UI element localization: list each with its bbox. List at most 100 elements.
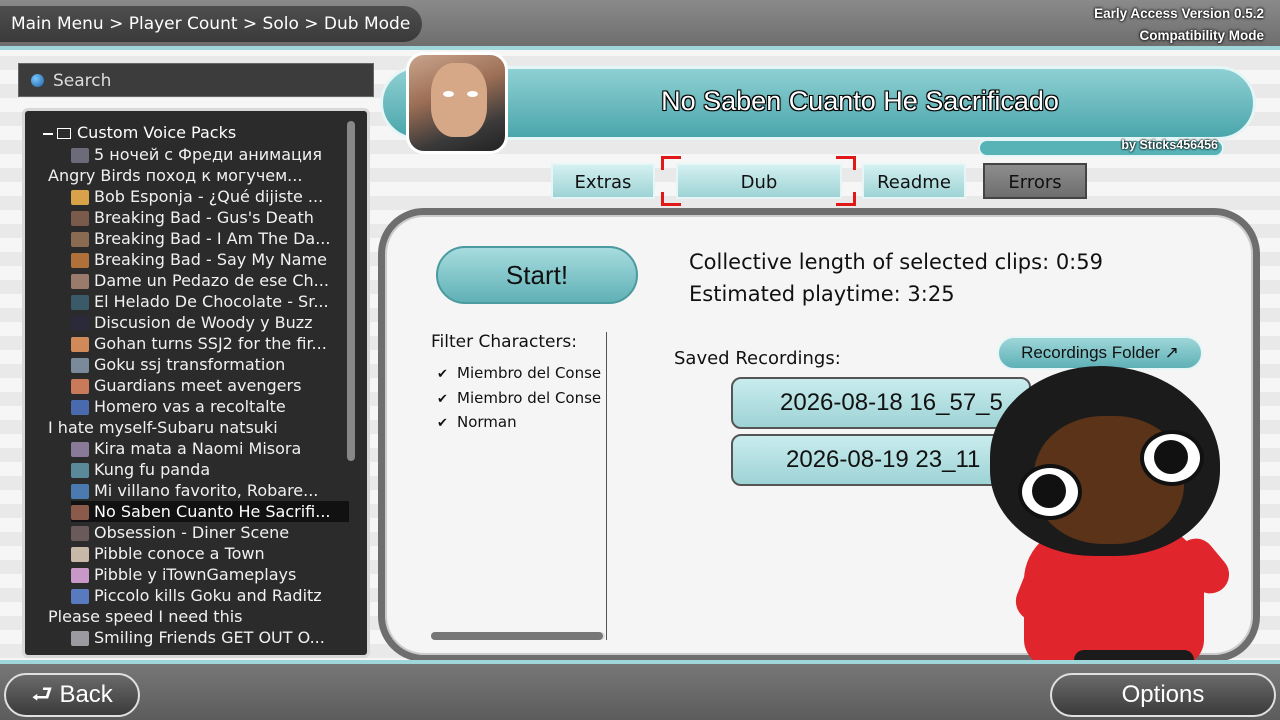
tree-item-label: Guardians meet avengers xyxy=(94,376,302,395)
selection-corner-bl xyxy=(661,192,681,206)
mascot-pupil xyxy=(1032,474,1066,508)
checkmark-icon[interactable]: ✔ xyxy=(437,392,457,407)
filter-character-item[interactable]: ✔ Miembro del Conse xyxy=(437,364,605,389)
tree-scrollbar[interactable] xyxy=(347,121,355,461)
tree-item[interactable]: Kira mata a Naomi Misora xyxy=(71,438,349,459)
tree-item[interactable]: Mi villano favorito, Robare... xyxy=(71,480,349,501)
tree-item[interactable]: Goku ssj transformation xyxy=(71,354,349,375)
thumbnail-icon xyxy=(71,274,89,289)
checkmark-icon[interactable]: ✔ xyxy=(437,416,457,431)
estimated-playtime: Estimated playtime: 3:25 xyxy=(689,282,955,306)
tree-item-label: Kung fu panda xyxy=(94,460,211,479)
tab-dub[interactable]: Dub xyxy=(676,163,842,199)
thumbnail-icon xyxy=(71,526,89,541)
tree-item-label: Gohan turns SSJ2 for the fir... xyxy=(94,334,327,353)
selection-corner-tl xyxy=(661,156,681,170)
start-button[interactable]: Start! xyxy=(436,246,638,304)
tree-item-label: Obsession - Diner Scene xyxy=(94,523,290,542)
tree-item-label: 5 ночей с Фреди анимация xyxy=(94,145,322,164)
tab-errors[interactable]: Errors xyxy=(983,163,1087,199)
tree-item-label: Homero vas a recoltalte xyxy=(94,397,286,416)
filter-character-label: Miembro del Conse xyxy=(457,364,602,382)
voice-pack-tree[interactable]: Custom Voice Packs 5 ночей с Фреди анима… xyxy=(22,108,370,658)
tree-item-label: Please speed I need this xyxy=(48,607,243,626)
tree-item-label: Breaking Bad - I Am The Da... xyxy=(94,229,331,248)
tree-item[interactable]: Kung fu panda xyxy=(71,459,349,480)
tree-item-label: Breaking Bad - Say My Name xyxy=(94,250,327,269)
pack-author: by Sticks456456 xyxy=(1121,138,1218,152)
thumbnail-icon xyxy=(71,232,89,247)
filter-horizontal-scrollbar[interactable] xyxy=(431,632,605,640)
tree-item[interactable]: 5 ночей с Фреди анимация xyxy=(71,144,349,165)
saved-recordings-title: Saved Recordings: xyxy=(674,348,841,369)
filter-characters-title: Filter Characters: xyxy=(431,332,578,352)
tree-item[interactable]: El Helado De Chocolate - Sr... xyxy=(71,291,349,312)
tree-item[interactable]: Please speed I need this xyxy=(48,606,349,627)
tree-item-label: El Helado De Chocolate - Sr... xyxy=(94,292,329,311)
tree-root-custom-voice-packs[interactable]: Custom Voice Packs xyxy=(43,123,236,142)
tree-item[interactable]: Obsession - Diner Scene xyxy=(71,522,349,543)
thumbnail-icon xyxy=(71,568,89,583)
thumbnail-icon xyxy=(71,211,89,226)
tree-item-label: Smiling Friends GET OUT O... xyxy=(94,628,325,647)
tree-item[interactable]: Breaking Bad - Gus's Death xyxy=(71,207,349,228)
tree-item-label: I hate myself-Subaru natsuki xyxy=(48,418,278,437)
tree-item[interactable]: Dame un Pedazo de ese Ch... xyxy=(71,270,349,291)
tab-extras[interactable]: Extras xyxy=(551,163,655,199)
collapse-icon[interactable] xyxy=(43,132,53,135)
filter-character-item[interactable]: ✔ Miembro del Conse xyxy=(437,389,605,414)
tree-item[interactable]: Gohan turns SSJ2 for the fir... xyxy=(71,333,349,354)
tree-list: 5 ночей с Фреди анимация Angry Birds похо… xyxy=(48,144,349,648)
tree-item[interactable]: No Saben Cuanto He Sacrifi... xyxy=(71,501,349,522)
tree-item[interactable]: Piccolo kills Goku and Raditz xyxy=(71,585,349,606)
tree-item[interactable]: Smiling Friends GET OUT O... xyxy=(71,627,349,648)
search-input[interactable]: Search xyxy=(18,63,374,97)
tree-item[interactable]: Homero vas a recoltalte xyxy=(71,396,349,417)
mascot-character xyxy=(984,360,1244,700)
filter-character-item[interactable]: ✔ Norman xyxy=(437,413,605,438)
tree-item-label: Bob Esponja - ¿Qué dijiste ... xyxy=(94,187,324,206)
tree-item-label: Dame un Pedazo de ese Ch... xyxy=(94,271,329,290)
tree-item[interactable]: Pibble y iTownGameplays xyxy=(71,564,349,585)
thumbnail-icon xyxy=(71,190,89,205)
search-placeholder: Search xyxy=(53,71,112,91)
tree-item[interactable]: Breaking Bad - I Am The Da... xyxy=(71,228,349,249)
tree-item[interactable]: Pibble conoce a Town xyxy=(71,543,349,564)
filter-character-list: ✔ Miembro del Conse ✔ Miembro del Conse ✔ Nor… xyxy=(437,364,605,438)
thumbnail-icon xyxy=(71,295,89,310)
tree-item-label: Angry Birds поход к могучем... xyxy=(48,166,303,185)
tree-item[interactable]: Discusion de Woody y Buzz xyxy=(71,312,349,333)
clip-stats: Collective length of selected clips: 0:5… xyxy=(689,246,1103,310)
tree-item[interactable]: Bob Esponja - ¿Qué dijiste ... xyxy=(71,186,349,207)
thumbnail-icon xyxy=(71,400,89,415)
breadcrumb: Main Menu > Player Count > Solo > Dub Mo… xyxy=(0,6,422,42)
checkmark-icon[interactable]: ✔ xyxy=(437,367,457,382)
thumbnail-icon xyxy=(71,148,89,163)
tab-readme[interactable]: Readme xyxy=(862,163,966,199)
back-button[interactable]: ⮐ Back xyxy=(4,673,140,717)
thumbnail-icon xyxy=(71,505,89,520)
scrollbar-thumb[interactable] xyxy=(431,632,603,640)
selection-corner-tr xyxy=(836,156,856,170)
mascot-eye-right xyxy=(1140,430,1204,486)
avatar-eye-left xyxy=(443,91,454,97)
tree-item-label: No Saben Cuanto He Sacrifi... xyxy=(94,502,331,521)
options-button[interactable]: Options xyxy=(1050,673,1276,717)
tree-item[interactable]: Angry Birds поход к могучем... xyxy=(48,165,349,186)
tree-item-label: Breaking Bad - Gus's Death xyxy=(94,208,314,227)
thumbnail-icon xyxy=(71,631,89,646)
tree-item-label: Goku ssj transformation xyxy=(94,355,286,374)
tree-item[interactable]: I hate myself-Subaru natsuki xyxy=(48,417,349,438)
tree-item[interactable]: Guardians meet avengers xyxy=(71,375,349,396)
tree-item-label: Pibble conoce a Town xyxy=(94,544,265,563)
thumbnail-icon xyxy=(71,253,89,268)
tree-item-label: Mi villano favorito, Robare... xyxy=(94,481,319,500)
thumbnail-icon xyxy=(71,463,89,478)
collective-length: Collective length of selected clips: 0:5… xyxy=(689,250,1103,274)
version-label: Early Access Version 0.5.2 xyxy=(1094,6,1264,21)
thumbnail-icon xyxy=(71,484,89,499)
tree-item[interactable]: Breaking Bad - Say My Name xyxy=(71,249,349,270)
thumbnail-icon xyxy=(71,547,89,562)
folder-icon xyxy=(57,128,71,139)
thumbnail-icon xyxy=(71,316,89,331)
